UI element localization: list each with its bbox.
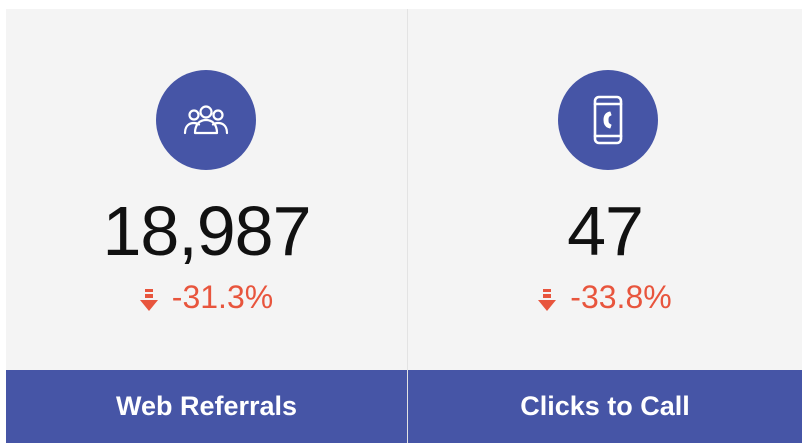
- kpi-value: 47: [567, 192, 644, 270]
- kpi-change-value: -33.8%: [570, 279, 672, 315]
- arrow-down-icon: [139, 289, 158, 311]
- kpi-widget: 18,987 -31.3% Web Referrals 47 -33.8% Cl…: [0, 0, 802, 443]
- mobile-phone-icon: [558, 70, 658, 170]
- kpi-label: Web Referrals: [6, 370, 407, 443]
- users-group-icon: [156, 70, 256, 170]
- kpi-change: -31.3%: [6, 279, 407, 315]
- arrow-down-icon: [538, 289, 557, 311]
- kpi-change: -33.8%: [408, 279, 802, 315]
- kpi-card-clicks-to-call: 47 -33.8% Clicks to Call: [408, 9, 802, 443]
- kpi-label: Clicks to Call: [408, 370, 802, 443]
- kpi-value: 18,987: [102, 192, 311, 270]
- kpi-card-web-referrals: 18,987 -31.3% Web Referrals: [6, 9, 407, 443]
- kpi-change-value: -31.3%: [171, 279, 274, 315]
